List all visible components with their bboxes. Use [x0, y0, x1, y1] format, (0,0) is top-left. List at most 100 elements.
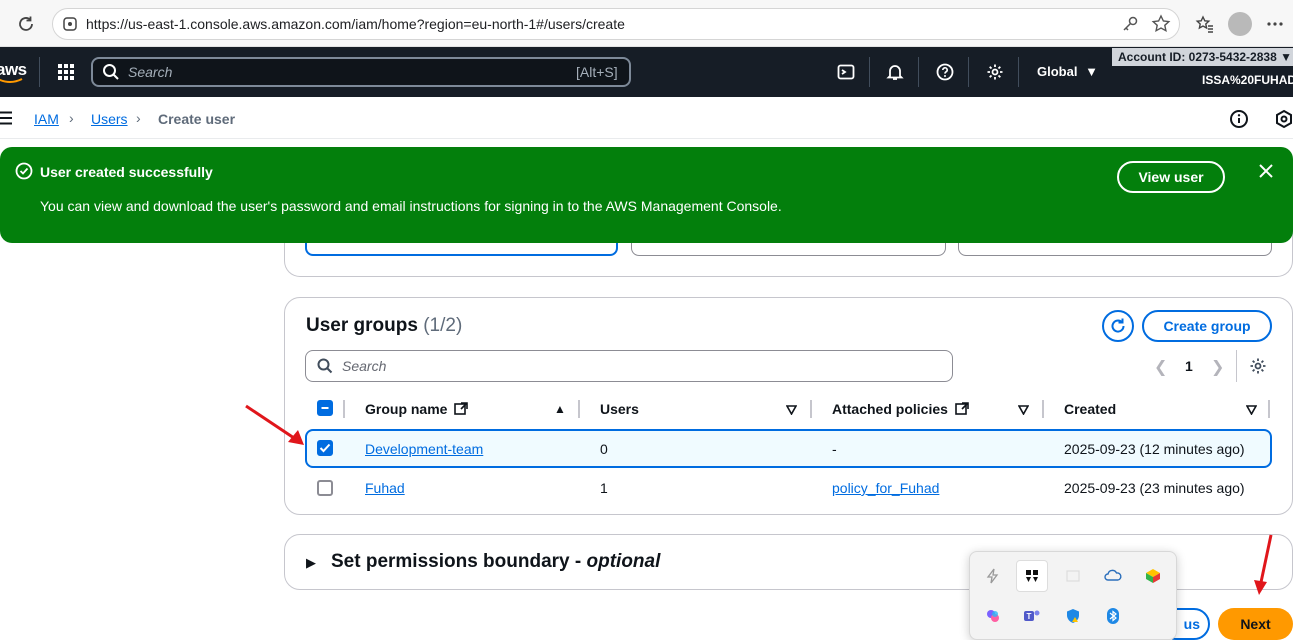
groups-search-input[interactable]: [305, 350, 953, 382]
refresh-icon: [1111, 318, 1125, 333]
sort-icon[interactable]: [1245, 402, 1258, 420]
flash-message: You can view and download the user's pas…: [40, 198, 782, 214]
search-shortcut: [Alt+S]: [576, 64, 618, 80]
external-link-icon: [454, 402, 469, 415]
column-divider: [1268, 400, 1270, 418]
nav-divider: [968, 57, 969, 87]
table-preferences-gear-icon[interactable]: [1249, 357, 1267, 380]
menu-hamburger-icon[interactable]: [0, 111, 14, 130]
settings-gear-icon[interactable]: [984, 61, 1006, 83]
search-icon: [317, 358, 333, 379]
created-date: 2025-09-23 (12 minutes ago): [1064, 441, 1245, 457]
nav-divider: [1018, 57, 1019, 87]
column-label: Group name: [365, 401, 448, 417]
select-all-checkbox[interactable]: [317, 400, 333, 416]
account-id-label: Account ID: 0273-5432-2838: [1118, 50, 1277, 64]
notifications-panel-icon[interactable]: [1274, 109, 1293, 134]
column-header-attached-policies[interactable]: Attached policies: [832, 401, 969, 417]
onedrive-cloud-icon[interactable]: [1097, 560, 1129, 592]
boundary-optional: optional: [586, 551, 661, 572]
profile-avatar[interactable]: [1228, 12, 1252, 36]
user-groups-title: User groups: [306, 315, 418, 336]
breadcrumb-users[interactable]: Users: [91, 111, 128, 127]
region-selector[interactable]: Global ▼: [1037, 64, 1098, 79]
breadcrumb-current: Create user: [158, 111, 236, 127]
users-count: 1: [600, 480, 608, 496]
region-label: Global: [1037, 64, 1078, 79]
users-count: 0: [600, 441, 608, 457]
attached-policies: -: [832, 441, 837, 457]
key-icon[interactable]: [1118, 12, 1142, 36]
column-header-users[interactable]: Users: [600, 401, 639, 417]
favorites-icon[interactable]: [1193, 12, 1217, 36]
teams-icon[interactable]: T: [1016, 600, 1048, 632]
security-shield-icon[interactable]: [1057, 600, 1089, 632]
external-link-icon: [955, 402, 969, 415]
pager-next-icon[interactable]: ❯: [1211, 357, 1224, 377]
nav-divider: [39, 57, 40, 87]
column-divider: [810, 400, 812, 418]
services-grid-icon[interactable]: [55, 61, 77, 83]
info-icon[interactable]: [1229, 109, 1249, 134]
policy-link[interactable]: policy_for_Fuhad: [832, 480, 939, 496]
copilot-icon[interactable]: [977, 600, 1009, 632]
close-icon[interactable]: [1258, 163, 1274, 184]
app-tile-icon[interactable]: [1016, 560, 1048, 592]
sort-icon[interactable]: [785, 402, 798, 420]
refresh-button[interactable]: [1102, 310, 1134, 342]
window-icon[interactable]: [1057, 560, 1089, 592]
nav-divider: [918, 57, 919, 87]
created-date: 2025-09-23 (23 minutes ago): [1064, 480, 1245, 496]
column-header-created[interactable]: Created: [1064, 401, 1116, 417]
boundary-title: Set permissions boundary -: [331, 551, 587, 572]
column-divider: [1042, 400, 1044, 418]
success-check-icon: [15, 162, 33, 185]
group-name-link[interactable]: Fuhad: [365, 480, 405, 496]
column-divider: [343, 400, 345, 418]
pager-divider: [1236, 350, 1237, 382]
permissions-boundary-heading[interactable]: Set permissions boundary - optional: [331, 551, 660, 573]
bookmark-star-icon[interactable]: [1149, 12, 1173, 36]
bluestacks-icon[interactable]: [1137, 560, 1169, 592]
help-icon[interactable]: [934, 61, 956, 83]
pager-current-page[interactable]: 1: [1185, 358, 1193, 374]
notifications-bell-icon[interactable]: [884, 61, 906, 83]
more-options-icon[interactable]: [1263, 12, 1287, 36]
row-checkbox[interactable]: [317, 480, 333, 496]
caret-down-icon: ▼: [1280, 50, 1292, 64]
lightning-icon[interactable]: [977, 560, 1009, 592]
pager-previous-icon[interactable]: ❮: [1154, 357, 1167, 377]
site-info-icon[interactable]: [58, 12, 82, 36]
user-groups-heading: User groups (1/2): [306, 315, 462, 337]
groups-search-placeholder: Search: [342, 358, 387, 374]
caret-down-icon: ▼: [1085, 64, 1098, 79]
create-group-button[interactable]: Create group: [1142, 310, 1272, 342]
flash-title: User created successfully: [40, 164, 213, 180]
sort-icon[interactable]: [1017, 402, 1030, 420]
reload-icon[interactable]: [14, 12, 38, 36]
search-icon: [100, 61, 122, 83]
user-name: ISSA%20FUHAD: [1202, 73, 1293, 87]
aws-logo[interactable]: aws: [0, 60, 27, 83]
breadcrumb-iam[interactable]: IAM: [34, 111, 59, 127]
column-label: Attached policies: [832, 401, 948, 417]
chevron-right-icon: ›: [69, 110, 74, 126]
account-menu[interactable]: Account ID: 0273-5432-2838 ▼: [1112, 48, 1293, 66]
selected-count: (1/2): [423, 315, 463, 336]
column-divider: [578, 400, 580, 418]
row-checkbox[interactable]: [317, 440, 333, 456]
url-text: https://us-east-1.console.aws.amazon.com…: [86, 16, 625, 32]
svg-text:T: T: [1027, 612, 1032, 621]
nav-divider: [869, 57, 870, 87]
view-user-button[interactable]: View user: [1117, 161, 1225, 193]
group-name-link[interactable]: Development-team: [365, 441, 483, 457]
annotation-arrow: [245, 404, 304, 445]
search-placeholder: Search: [128, 64, 173, 80]
cloudshell-icon[interactable]: [835, 61, 857, 83]
column-header-group-name[interactable]: Group name: [365, 401, 469, 417]
next-button[interactable]: Next: [1218, 608, 1293, 640]
bluetooth-icon[interactable]: [1097, 600, 1129, 632]
expand-caret-icon[interactable]: ▶: [306, 555, 316, 571]
success-flash-banner: [0, 147, 1293, 243]
sort-ascending-icon[interactable]: ▲: [554, 402, 566, 416]
